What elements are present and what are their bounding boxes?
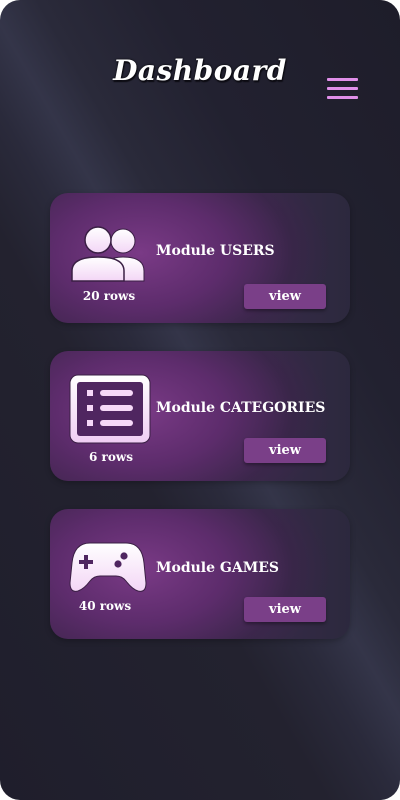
app-screen: Dashboard Module USERS 20 rows view Modu… [0,0,400,800]
view-games-button[interactable]: view [244,597,326,622]
module-label: Module GAMES [156,560,279,576]
module-card-games: Module GAMES 40 rows view [50,509,350,639]
users-icon [68,219,148,299]
module-card-categories: Module CATEGORIES 6 rows view [50,351,350,481]
row-count: 20 rows [82,289,136,303]
menu-bar [327,78,358,81]
menu-bar [327,87,358,90]
module-card-users: Module USERS 20 rows view [50,193,350,323]
view-users-button[interactable]: view [244,284,326,309]
view-categories-button[interactable]: view [244,438,326,463]
menu-bar [327,96,358,99]
hamburger-menu-icon[interactable] [327,78,359,102]
list-icon [68,373,151,453]
module-label: Module CATEGORIES [156,400,326,416]
row-count: 6 rows [89,450,133,464]
row-count: 40 rows [78,599,132,613]
module-label: Module USERS [156,243,275,259]
